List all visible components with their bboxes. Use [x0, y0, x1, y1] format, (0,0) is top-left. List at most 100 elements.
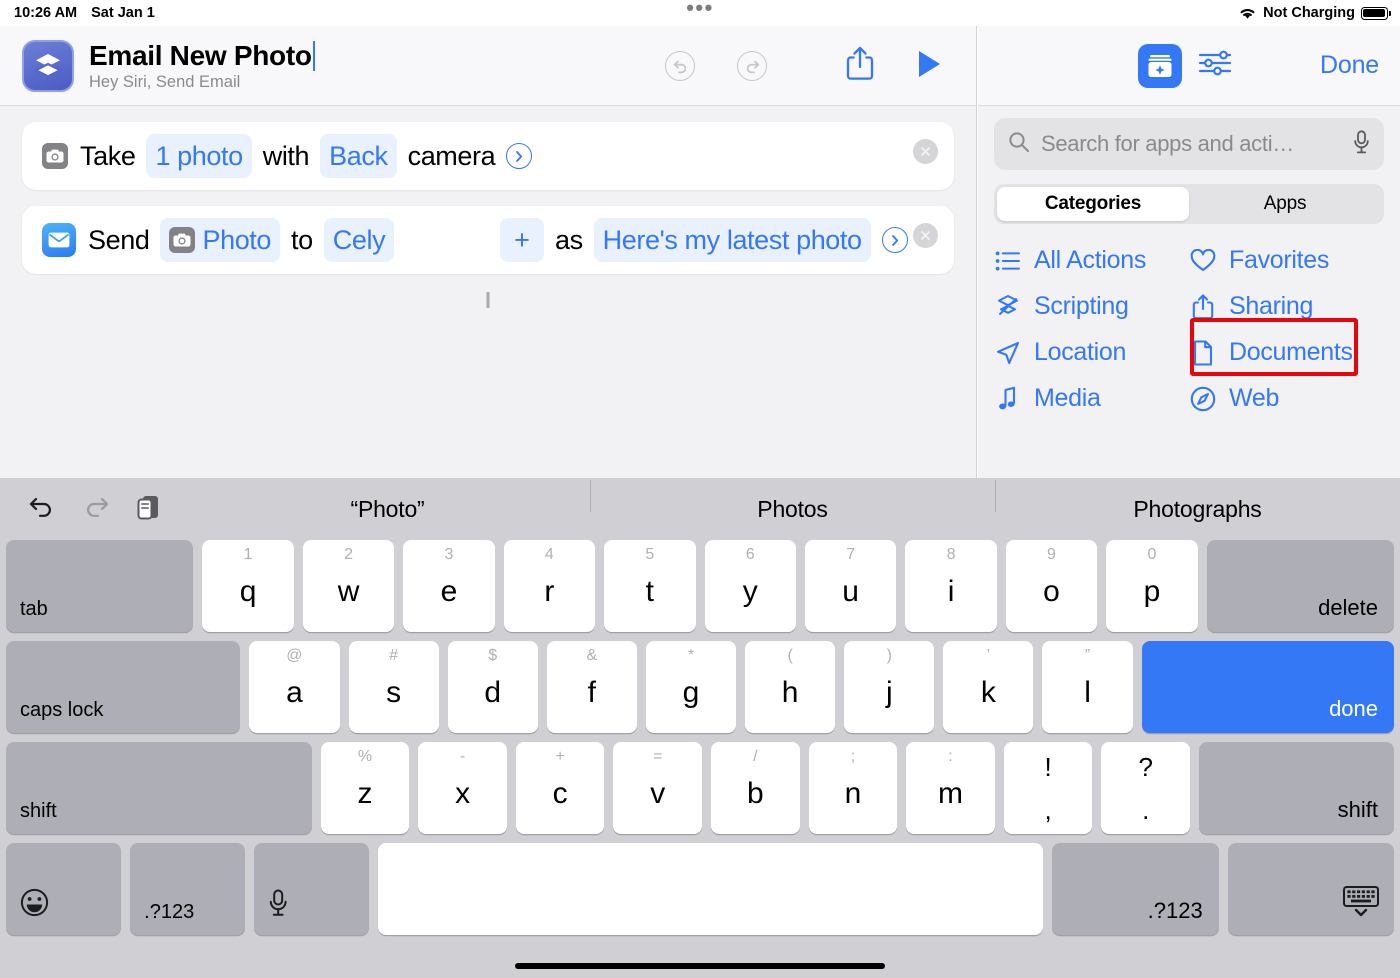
category-item-documents[interactable]: Documents — [1189, 338, 1384, 367]
key-exclamation-comma[interactable]: !, — [1003, 742, 1093, 834]
category-label: Media — [1034, 384, 1101, 412]
key-n[interactable]: ; n — [808, 742, 898, 834]
editor-header: Email New Photo Hey Siri, Send Email — [0, 26, 976, 106]
action-card-send-email[interactable]: Send Photo to Cely + as Here's my latest… — [22, 206, 954, 274]
key-f[interactable]: & f — [546, 641, 637, 733]
category-item-media[interactable]: Media — [994, 384, 1189, 413]
sliders-icon[interactable] — [1198, 48, 1232, 83]
action-text-to: to — [291, 225, 313, 255]
remove-action-button[interactable] — [913, 139, 938, 164]
action-param-subject[interactable]: Here's my latest photo — [593, 218, 871, 262]
status-date: Sat Jan 1 — [91, 5, 155, 21]
undo-icon[interactable] — [665, 51, 695, 81]
key-v[interactable]: = v — [613, 742, 703, 834]
done-button[interactable]: Done — [1320, 51, 1379, 80]
key-m[interactable]: :m — [906, 742, 995, 834]
category-item-favorites[interactable]: Favorites — [1189, 246, 1384, 275]
key-k[interactable]: ’ k — [943, 641, 1034, 733]
key-s[interactable]: # s — [348, 641, 439, 733]
key-y[interactable]: 6y — [704, 540, 796, 632]
key-tab[interactable]: tab — [6, 540, 194, 632]
key-delete[interactable]: delete — [1206, 540, 1395, 632]
key-caps-lock[interactable]: caps lock — [6, 641, 241, 733]
key-a[interactable]: @ a — [249, 641, 340, 733]
key-o[interactable]: 9o — [1005, 540, 1098, 632]
prediction-candidate[interactable]: Photos — [590, 479, 995, 523]
key-hide-keyboard[interactable] — [1227, 843, 1394, 935]
category-item-web[interactable]: Web — [1189, 384, 1384, 413]
key-done[interactable]: done — [1141, 641, 1395, 733]
key-t[interactable]: 5t — [604, 540, 696, 632]
action-text-camera: camera — [407, 141, 496, 171]
share-icon[interactable] — [845, 45, 875, 88]
tab-apps[interactable]: Apps — [1189, 187, 1381, 221]
category-label: Scripting — [1034, 292, 1129, 320]
key-dictation[interactable] — [254, 843, 370, 935]
chevron-right-icon[interactable] — [881, 227, 908, 253]
key-z[interactable]: % z — [320, 742, 410, 834]
redo-icon[interactable] — [737, 51, 767, 81]
redo-icon[interactable] — [82, 495, 110, 524]
key-emoji[interactable] — [6, 843, 122, 935]
key-w[interactable]: 2w — [302, 540, 395, 632]
multitasking-dots-button[interactable]: ••• — [686, 0, 714, 19]
add-recipient-button[interactable]: + — [500, 218, 544, 262]
key-h[interactable]: (h — [745, 641, 836, 733]
search-field[interactable]: Search for apps and acti… — [994, 118, 1384, 170]
key-shift-right[interactable]: shift — [1199, 742, 1394, 834]
key-space[interactable] — [378, 843, 1044, 935]
key-e[interactable]: 3e — [403, 540, 495, 632]
key-label: l — [1084, 676, 1091, 709]
action-param-photo-variable[interactable]: Photo — [160, 218, 281, 262]
undo-icon[interactable] — [28, 495, 56, 524]
prediction-candidate[interactable]: “Photo” — [185, 496, 590, 523]
key-b[interactable]: / b — [711, 742, 800, 834]
key-numeric-left[interactable]: .?123 — [130, 843, 246, 935]
tab-categories[interactable]: Categories — [997, 187, 1189, 221]
home-indicator[interactable] — [515, 963, 885, 969]
key-label: w — [337, 575, 360, 608]
key-x[interactable]: -x — [418, 742, 507, 834]
remove-action-button[interactable] — [913, 223, 938, 248]
key-u[interactable]: 7u — [804, 540, 897, 632]
key-numeric-right[interactable]: .?123 — [1052, 843, 1219, 935]
key-q[interactable]: 1q — [202, 540, 294, 632]
microphone-icon — [268, 889, 288, 925]
key-p[interactable]: 0p — [1106, 540, 1198, 632]
category-item-location[interactable]: Location — [994, 338, 1189, 367]
play-icon[interactable] — [915, 49, 943, 84]
action-param-camera-side[interactable]: Back — [320, 134, 397, 178]
action-param-recipient[interactable]: Cely — [323, 218, 395, 262]
key-d[interactable]: $ d — [447, 641, 538, 733]
action-param-photo-count[interactable]: 1 photo — [146, 134, 252, 178]
shortcut-name-field[interactable]: Email New Photo — [89, 40, 312, 72]
paste-icon[interactable] — [136, 493, 162, 526]
key-alt-label: ; — [850, 748, 856, 765]
key-label-bottom: , — [1044, 795, 1052, 825]
key-g[interactable]: * g — [645, 641, 737, 733]
key-question-period[interactable]: ?. — [1101, 742, 1191, 834]
key-l[interactable]: ” l — [1042, 641, 1133, 733]
key-alt-label: 0 — [1147, 546, 1157, 563]
key-label: r — [544, 575, 555, 608]
shortcuts-layers-icon[interactable] — [22, 39, 74, 92]
key-i[interactable]: 8i — [905, 540, 997, 632]
key-j[interactable]: ) j — [844, 641, 935, 733]
suggestions-sparkle-icon[interactable] — [1138, 43, 1182, 88]
chevron-right-icon[interactable] — [506, 143, 533, 169]
key-c[interactable]: + c — [515, 742, 605, 834]
key-alt-label: $ — [488, 647, 498, 664]
prediction-candidate[interactable]: Photographs — [995, 479, 1400, 523]
key-alt-label: ” — [1084, 647, 1091, 664]
category-item-all-actions[interactable]: All Actions — [994, 246, 1189, 275]
category-item-scripting[interactable]: Scripting — [994, 292, 1189, 321]
category-item-sharing[interactable]: Sharing — [1189, 292, 1384, 321]
key-alt-label: * — [687, 647, 695, 664]
key-label: z — [357, 777, 373, 810]
action-card-take-photo[interactable]: Take 1 photo with Back camera — [22, 122, 954, 190]
microphone-icon[interactable] — [1353, 129, 1370, 159]
action-param-photo-label: Photo — [202, 225, 272, 255]
key-shift-left[interactable]: shift — [6, 742, 312, 834]
key-r[interactable]: 4r — [503, 540, 596, 632]
action-text-as: as — [554, 225, 583, 255]
